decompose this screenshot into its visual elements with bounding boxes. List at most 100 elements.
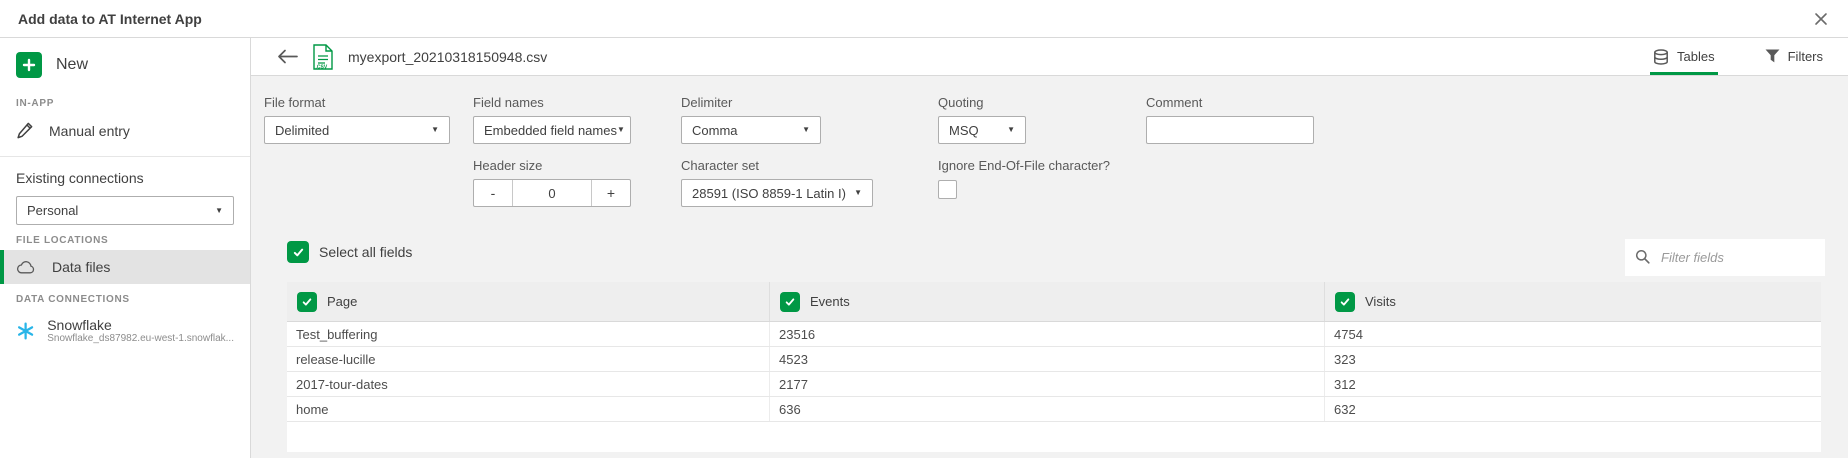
csv-file-icon: .CSV: [313, 44, 333, 70]
sidebar-item-snowflake[interactable]: Snowflake Snowflake_ds87982.eu-west-1.sn…: [0, 309, 250, 352]
chevron-down-icon: ▼: [617, 126, 625, 134]
delimiter-group: Delimiter Comma ▼: [681, 95, 821, 144]
quoting-select[interactable]: MSQ ▼: [938, 116, 1026, 144]
dialog-titlebar: Add data to AT Internet App: [0, 0, 1848, 38]
close-button[interactable]: [1812, 10, 1830, 28]
file-format-label: File format: [264, 95, 450, 110]
table-row: home 636 632: [287, 397, 1821, 422]
file-name: myexport_20210318150948.csv: [348, 49, 547, 65]
tab-tables-label: Tables: [1677, 49, 1715, 64]
tab-filters[interactable]: Filters: [1762, 38, 1826, 75]
table-row: release-lucille 4523 323: [287, 347, 1821, 372]
sidebar-divider: [0, 156, 250, 157]
field-names-select[interactable]: Embedded field names ▼: [473, 116, 631, 144]
sidebar-item-data-files[interactable]: Data files: [0, 250, 250, 284]
cell-events: 2177: [770, 372, 1325, 396]
snowflake-subtitle: Snowflake_ds87982.eu-west-1.snowflak...: [47, 333, 234, 344]
tab-filters-label: Filters: [1788, 49, 1823, 64]
column-label: Events: [810, 294, 850, 309]
back-arrow-icon: [277, 49, 298, 64]
file-format-value: Delimited: [275, 123, 329, 138]
ignore-eof-group: Ignore End-Of-File character?: [938, 158, 1110, 199]
sidebar-item-manual-entry[interactable]: Manual entry: [0, 113, 250, 148]
select-all-label: Select all fields: [319, 244, 412, 260]
chevron-down-icon: ▼: [802, 126, 810, 134]
existing-connections-heading: Existing connections: [16, 170, 234, 186]
search-icon: [1635, 249, 1651, 265]
delimiter-value: Comma: [692, 123, 738, 138]
column-header-page: Page: [287, 282, 770, 321]
chevron-down-icon: ▼: [431, 126, 439, 134]
cell-visits: 4754: [1325, 322, 1821, 346]
data-files-label: Data files: [52, 259, 110, 275]
section-in-app: IN-APP: [16, 98, 234, 109]
connection-space-select[interactable]: Personal ▼: [16, 196, 234, 225]
events-column-checkbox[interactable]: [780, 292, 800, 312]
delimiter-select[interactable]: Comma ▼: [681, 116, 821, 144]
column-header-visits: Visits: [1325, 282, 1821, 321]
cell-visits: 323: [1325, 347, 1821, 371]
file-format-group: File format Delimited ▼: [264, 95, 450, 144]
delimiter-label: Delimiter: [681, 95, 821, 110]
character-set-group: Character set 28591 (ISO 8859-1 Latin I)…: [681, 158, 873, 207]
stepper-plus-button[interactable]: +: [592, 180, 630, 206]
field-names-value: Embedded field names: [484, 123, 617, 138]
table-header-row: Page Events Visits: [287, 282, 1821, 322]
chevron-down-icon: ▼: [1007, 126, 1015, 134]
comment-input[interactable]: [1146, 116, 1314, 144]
back-button[interactable]: [277, 49, 298, 64]
cell-events: 636: [770, 397, 1325, 421]
comment-group: Comment: [1146, 95, 1314, 144]
connection-space-value: Personal: [27, 203, 78, 218]
cell-page: home: [287, 397, 770, 421]
header-size-label: Header size: [473, 158, 631, 173]
plus-icon: [16, 52, 42, 78]
filter-fields-input[interactable]: [1625, 239, 1825, 276]
table-row: 2017-tour-dates 2177 312: [287, 372, 1821, 397]
ignore-eof-checkbox[interactable]: [938, 180, 957, 199]
cell-page: 2017-tour-dates: [287, 372, 770, 396]
field-names-group: Field names Embedded field names ▼: [473, 95, 631, 144]
header-size-value[interactable]: 0: [512, 180, 592, 206]
manual-entry-label: Manual entry: [49, 123, 130, 139]
snowflake-title: Snowflake: [47, 317, 234, 333]
visits-column-checkbox[interactable]: [1335, 292, 1355, 312]
new-label: New: [56, 56, 88, 74]
select-all-checkbox[interactable]: [287, 241, 309, 263]
quoting-label: Quoting: [938, 95, 1026, 110]
view-tabs: Tables Filters: [1606, 38, 1826, 75]
svg-text:.CSV: .CSV: [316, 64, 328, 70]
filters-icon: [1765, 49, 1780, 64]
sidebar: New IN-APP Manual entry Existing connect…: [0, 38, 251, 458]
quoting-value: MSQ: [949, 123, 979, 138]
column-label: Visits: [1365, 294, 1396, 309]
pencil-icon: [16, 122, 33, 139]
main-panel: .CSV myexport_20210318150948.csv Tables: [251, 38, 1848, 458]
cell-events: 23516: [770, 322, 1325, 346]
table-row: Test_buffering 23516 4754: [287, 322, 1821, 347]
section-data-connections: DATA CONNECTIONS: [16, 294, 234, 305]
chevron-down-icon: ▼: [215, 207, 223, 215]
tab-tables[interactable]: Tables: [1650, 38, 1718, 75]
file-format-select[interactable]: Delimited ▼: [264, 116, 450, 144]
character-set-value: 28591 (ISO 8859-1 Latin I): [692, 186, 846, 201]
fields-table: Page Events Visits Test_buffering: [287, 282, 1821, 452]
cell-page: release-lucille: [287, 347, 770, 371]
section-file-locations: FILE LOCATIONS: [16, 235, 234, 246]
dialog-title: Add data to AT Internet App: [18, 11, 202, 27]
cell-visits: 632: [1325, 397, 1821, 421]
ignore-eof-label: Ignore End-Of-File character?: [938, 158, 1110, 173]
comment-label: Comment: [1146, 95, 1314, 110]
cell-events: 4523: [770, 347, 1325, 371]
field-names-label: Field names: [473, 95, 631, 110]
stepper-minus-button[interactable]: -: [474, 180, 512, 206]
page-column-checkbox[interactable]: [297, 292, 317, 312]
snowflake-icon: [16, 320, 35, 342]
file-header: .CSV myexport_20210318150948.csv Tables: [251, 38, 1848, 76]
new-connection-button[interactable]: New: [0, 38, 250, 88]
tables-icon: [1653, 49, 1669, 65]
cell-visits: 312: [1325, 372, 1821, 396]
filter-fields-box: [1625, 239, 1825, 276]
character-set-select[interactable]: 28591 (ISO 8859-1 Latin I) ▼: [681, 179, 873, 207]
close-icon: [1814, 12, 1828, 26]
